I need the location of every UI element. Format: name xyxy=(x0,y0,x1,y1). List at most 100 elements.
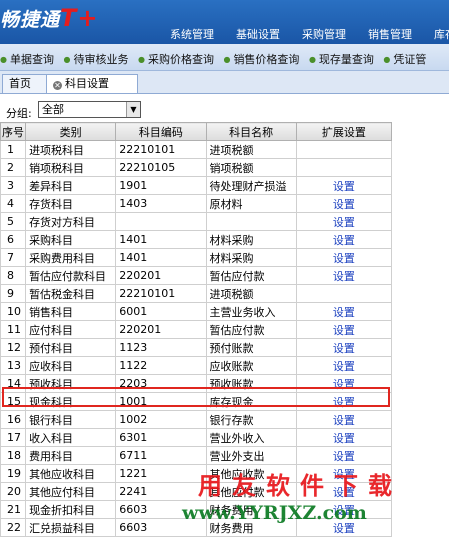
table-row[interactable]: 4 存货科目 1403 原材料 设置 xyxy=(0,194,393,213)
quick-link-pending-approval[interactable]: 待审核业务 xyxy=(63,51,128,67)
cell-name: 材料采购 xyxy=(205,248,297,267)
table-row[interactable]: 18 费用科目 6711 营业外支出 设置 xyxy=(0,446,393,465)
cell-code: 220201 xyxy=(115,266,207,285)
cell-name: 材料采购 xyxy=(205,230,297,249)
cell-code: 6301 xyxy=(115,428,207,447)
cell-code: 1403 xyxy=(115,194,207,213)
cell-type: 采购费用科目 xyxy=(25,248,117,267)
tab-label: 科目设置 xyxy=(65,77,109,90)
table-row[interactable]: 10 销售科目 6001 主营业务收入 设置 xyxy=(0,302,393,321)
table-row[interactable]: 1 进项税科目 22210101 进项税额 xyxy=(0,140,393,159)
quick-link-stock-query[interactable]: 现存量查询 xyxy=(309,51,374,67)
cell-code: 1122 xyxy=(115,356,207,375)
group-select[interactable]: 全部 ▼ xyxy=(38,101,141,118)
table-row[interactable]: 15 现金科目 1001 库存现金 设置 xyxy=(0,392,393,411)
cell-type: 暂估应付款科目 xyxy=(25,266,117,285)
cell-no: 16 xyxy=(0,410,27,429)
group-label: 分组: xyxy=(6,107,32,120)
table-row[interactable]: 5 存货对方科目 设置 xyxy=(0,212,393,231)
table-row[interactable]: 14 预收科目 2203 预收账款 设置 xyxy=(0,374,393,393)
cell-code: 1401 xyxy=(115,230,207,249)
settings-link[interactable]: 设置 xyxy=(295,212,393,231)
chevron-down-icon[interactable]: ▼ xyxy=(126,102,140,117)
header-extension[interactable]: 扩展设置 xyxy=(295,122,393,141)
settings-link[interactable]: 设置 xyxy=(295,338,393,357)
table-row[interactable]: 8 暂估应付款科目 220201 暂估应付款 设置 xyxy=(0,266,393,285)
cell-type: 汇兑损益科目 xyxy=(25,518,117,537)
cell-name: 库存现金 xyxy=(205,392,297,411)
filter-row: 分组: 全部 ▼ xyxy=(0,94,449,122)
close-icon[interactable]: ✕ xyxy=(53,81,62,90)
settings-link[interactable]: 设置 xyxy=(295,320,393,339)
settings-link[interactable]: 设置 xyxy=(295,248,393,267)
settings-link[interactable]: 设置 xyxy=(295,302,393,321)
cell-no: 15 xyxy=(0,392,27,411)
nav-system[interactable]: 系统管理 xyxy=(170,26,214,42)
settings-link[interactable]: 设置 xyxy=(295,482,393,501)
settings-link[interactable]: 设置 xyxy=(295,266,393,285)
settings-link[interactable]: 设置 xyxy=(295,194,393,213)
cell-type: 现金折扣科目 xyxy=(25,500,117,519)
cell-type: 现金科目 xyxy=(25,392,117,411)
quick-link-document-query[interactable]: 单据查询 xyxy=(0,51,54,67)
table-row[interactable]: 7 采购费用科目 1401 材料采购 设置 xyxy=(0,248,393,267)
settings-link[interactable]: 设置 xyxy=(295,392,393,411)
table-row[interactable]: 12 预付科目 1123 预付账款 设置 xyxy=(0,338,393,357)
cell-code: 1001 xyxy=(115,392,207,411)
header-type[interactable]: 类别 xyxy=(25,122,117,141)
cell-code: 22210101 xyxy=(115,140,207,159)
table-row[interactable]: 20 其他应付科目 2241 其他应付款 设置 xyxy=(0,482,393,501)
table-row[interactable]: 13 应收科目 1122 应收账款 设置 xyxy=(0,356,393,375)
cell-code xyxy=(115,212,207,231)
table-row[interactable]: 9 暂估税金科目 22210101 进项税额 xyxy=(0,284,393,303)
cell-no: 17 xyxy=(0,428,27,447)
cell-name: 暂估应付款 xyxy=(205,266,297,285)
settings-link[interactable]: 设置 xyxy=(295,518,393,537)
table-row[interactable]: 6 采购科目 1401 材料采购 设置 xyxy=(0,230,393,249)
header-no[interactable]: 序号 xyxy=(0,122,27,141)
settings-link[interactable]: 设置 xyxy=(295,428,393,447)
table-row[interactable]: 16 银行科目 1002 银行存款 设置 xyxy=(0,410,393,429)
cell-no: 10 xyxy=(0,302,27,321)
settings-link[interactable]: 设置 xyxy=(295,176,393,195)
header-name[interactable]: 科目名称 xyxy=(205,122,297,141)
quick-link-sales-price[interactable]: 销售价格查询 xyxy=(223,51,299,67)
nav-basic-settings[interactable]: 基础设置 xyxy=(236,26,280,42)
cell-no: 1 xyxy=(0,140,27,159)
settings-link[interactable]: 设置 xyxy=(295,464,393,483)
settings-link[interactable]: 设置 xyxy=(295,446,393,465)
table-row[interactable]: 3 差异科目 1901 待处理财产损溢 设置 xyxy=(0,176,393,195)
table-row[interactable]: 2 销项税科目 22210105 销项税额 xyxy=(0,158,393,177)
table-row[interactable]: 22 汇兑损益科目 6603 财务费用 设置 xyxy=(0,518,393,537)
nav-inventory[interactable]: 库存 xyxy=(434,26,449,42)
cell-name: 其他应付款 xyxy=(205,482,297,501)
cell-code: 6001 xyxy=(115,302,207,321)
tab-account-settings[interactable]: ✕ 科目设置 xyxy=(46,74,138,93)
table-row[interactable]: 19 其他应收科目 1221 其他应收款 设置 xyxy=(0,464,393,483)
settings-link[interactable]: 设置 xyxy=(295,500,393,519)
table-row[interactable]: 21 现金折扣科目 6603 财务费用 设置 xyxy=(0,500,393,519)
settings-link[interactable]: 设置 xyxy=(295,356,393,375)
cell-type: 费用科目 xyxy=(25,446,117,465)
nav-purchase[interactable]: 采购管理 xyxy=(302,26,346,42)
quick-link-purchase-price[interactable]: 采购价格查询 xyxy=(138,51,214,67)
quick-link-voucher[interactable]: 凭证管 xyxy=(383,51,426,67)
nav-sales[interactable]: 销售管理 xyxy=(368,26,412,42)
settings-link[interactable]: 设置 xyxy=(295,374,393,393)
cell-name: 预收账款 xyxy=(205,374,297,393)
table-row[interactable]: 11 应付科目 220201 暂估应付款 设置 xyxy=(0,320,393,339)
settings-link[interactable]: 设置 xyxy=(295,230,393,249)
cell-type: 其他应付科目 xyxy=(25,482,117,501)
cell-code: 6603 xyxy=(115,518,207,537)
cell-code: 220201 xyxy=(115,320,207,339)
cell-no: 12 xyxy=(0,338,27,357)
cell-code: 22210105 xyxy=(115,158,207,177)
settings-link[interactable]: 设置 xyxy=(295,410,393,429)
settings-link xyxy=(295,284,393,303)
tab-home[interactable]: 首页 xyxy=(2,74,50,93)
cell-no: 2 xyxy=(0,158,27,177)
header-code[interactable]: 科目编码 xyxy=(115,122,207,141)
table-header: 序号 类别 科目编码 科目名称 扩展设置 xyxy=(0,122,393,141)
cell-type: 存货科目 xyxy=(25,194,117,213)
table-row[interactable]: 17 收入科目 6301 营业外收入 设置 xyxy=(0,428,393,447)
